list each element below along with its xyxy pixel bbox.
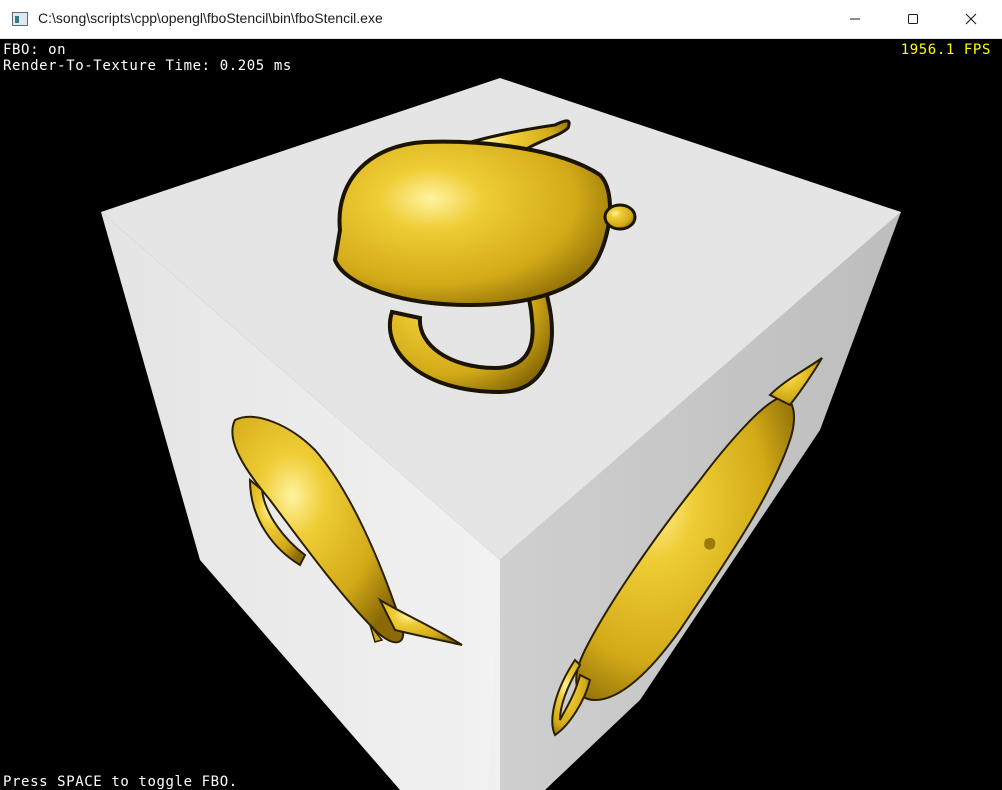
- app-window-icon[interactable]: [12, 12, 28, 26]
- app-window: C:\song\scripts\cpp\opengl\fboStencil\bi…: [0, 0, 1002, 790]
- maximize-icon: [908, 14, 918, 24]
- title-bar[interactable]: C:\song\scripts\cpp\opengl\fboStencil\bi…: [0, 0, 1002, 39]
- close-icon: [965, 13, 977, 25]
- maximize-button[interactable]: [884, 0, 942, 38]
- toggle-hint-text: Press SPACE to toggle FBO.: [3, 774, 238, 790]
- cube-scene: [101, 78, 901, 790]
- window-title: C:\song\scripts\cpp\opengl\fboStencil\bi…: [38, 10, 383, 26]
- render-time-text: Render-To-Texture Time: 0.205 ms: [3, 58, 292, 74]
- fps-counter: 1956.1 FPS: [900, 42, 991, 58]
- minimize-icon: [850, 18, 860, 20]
- minimize-button[interactable]: [826, 0, 884, 38]
- close-button[interactable]: [942, 0, 1000, 38]
- fbo-status-text: FBO: on: [3, 42, 67, 58]
- opengl-viewport[interactable]: [0, 39, 1002, 790]
